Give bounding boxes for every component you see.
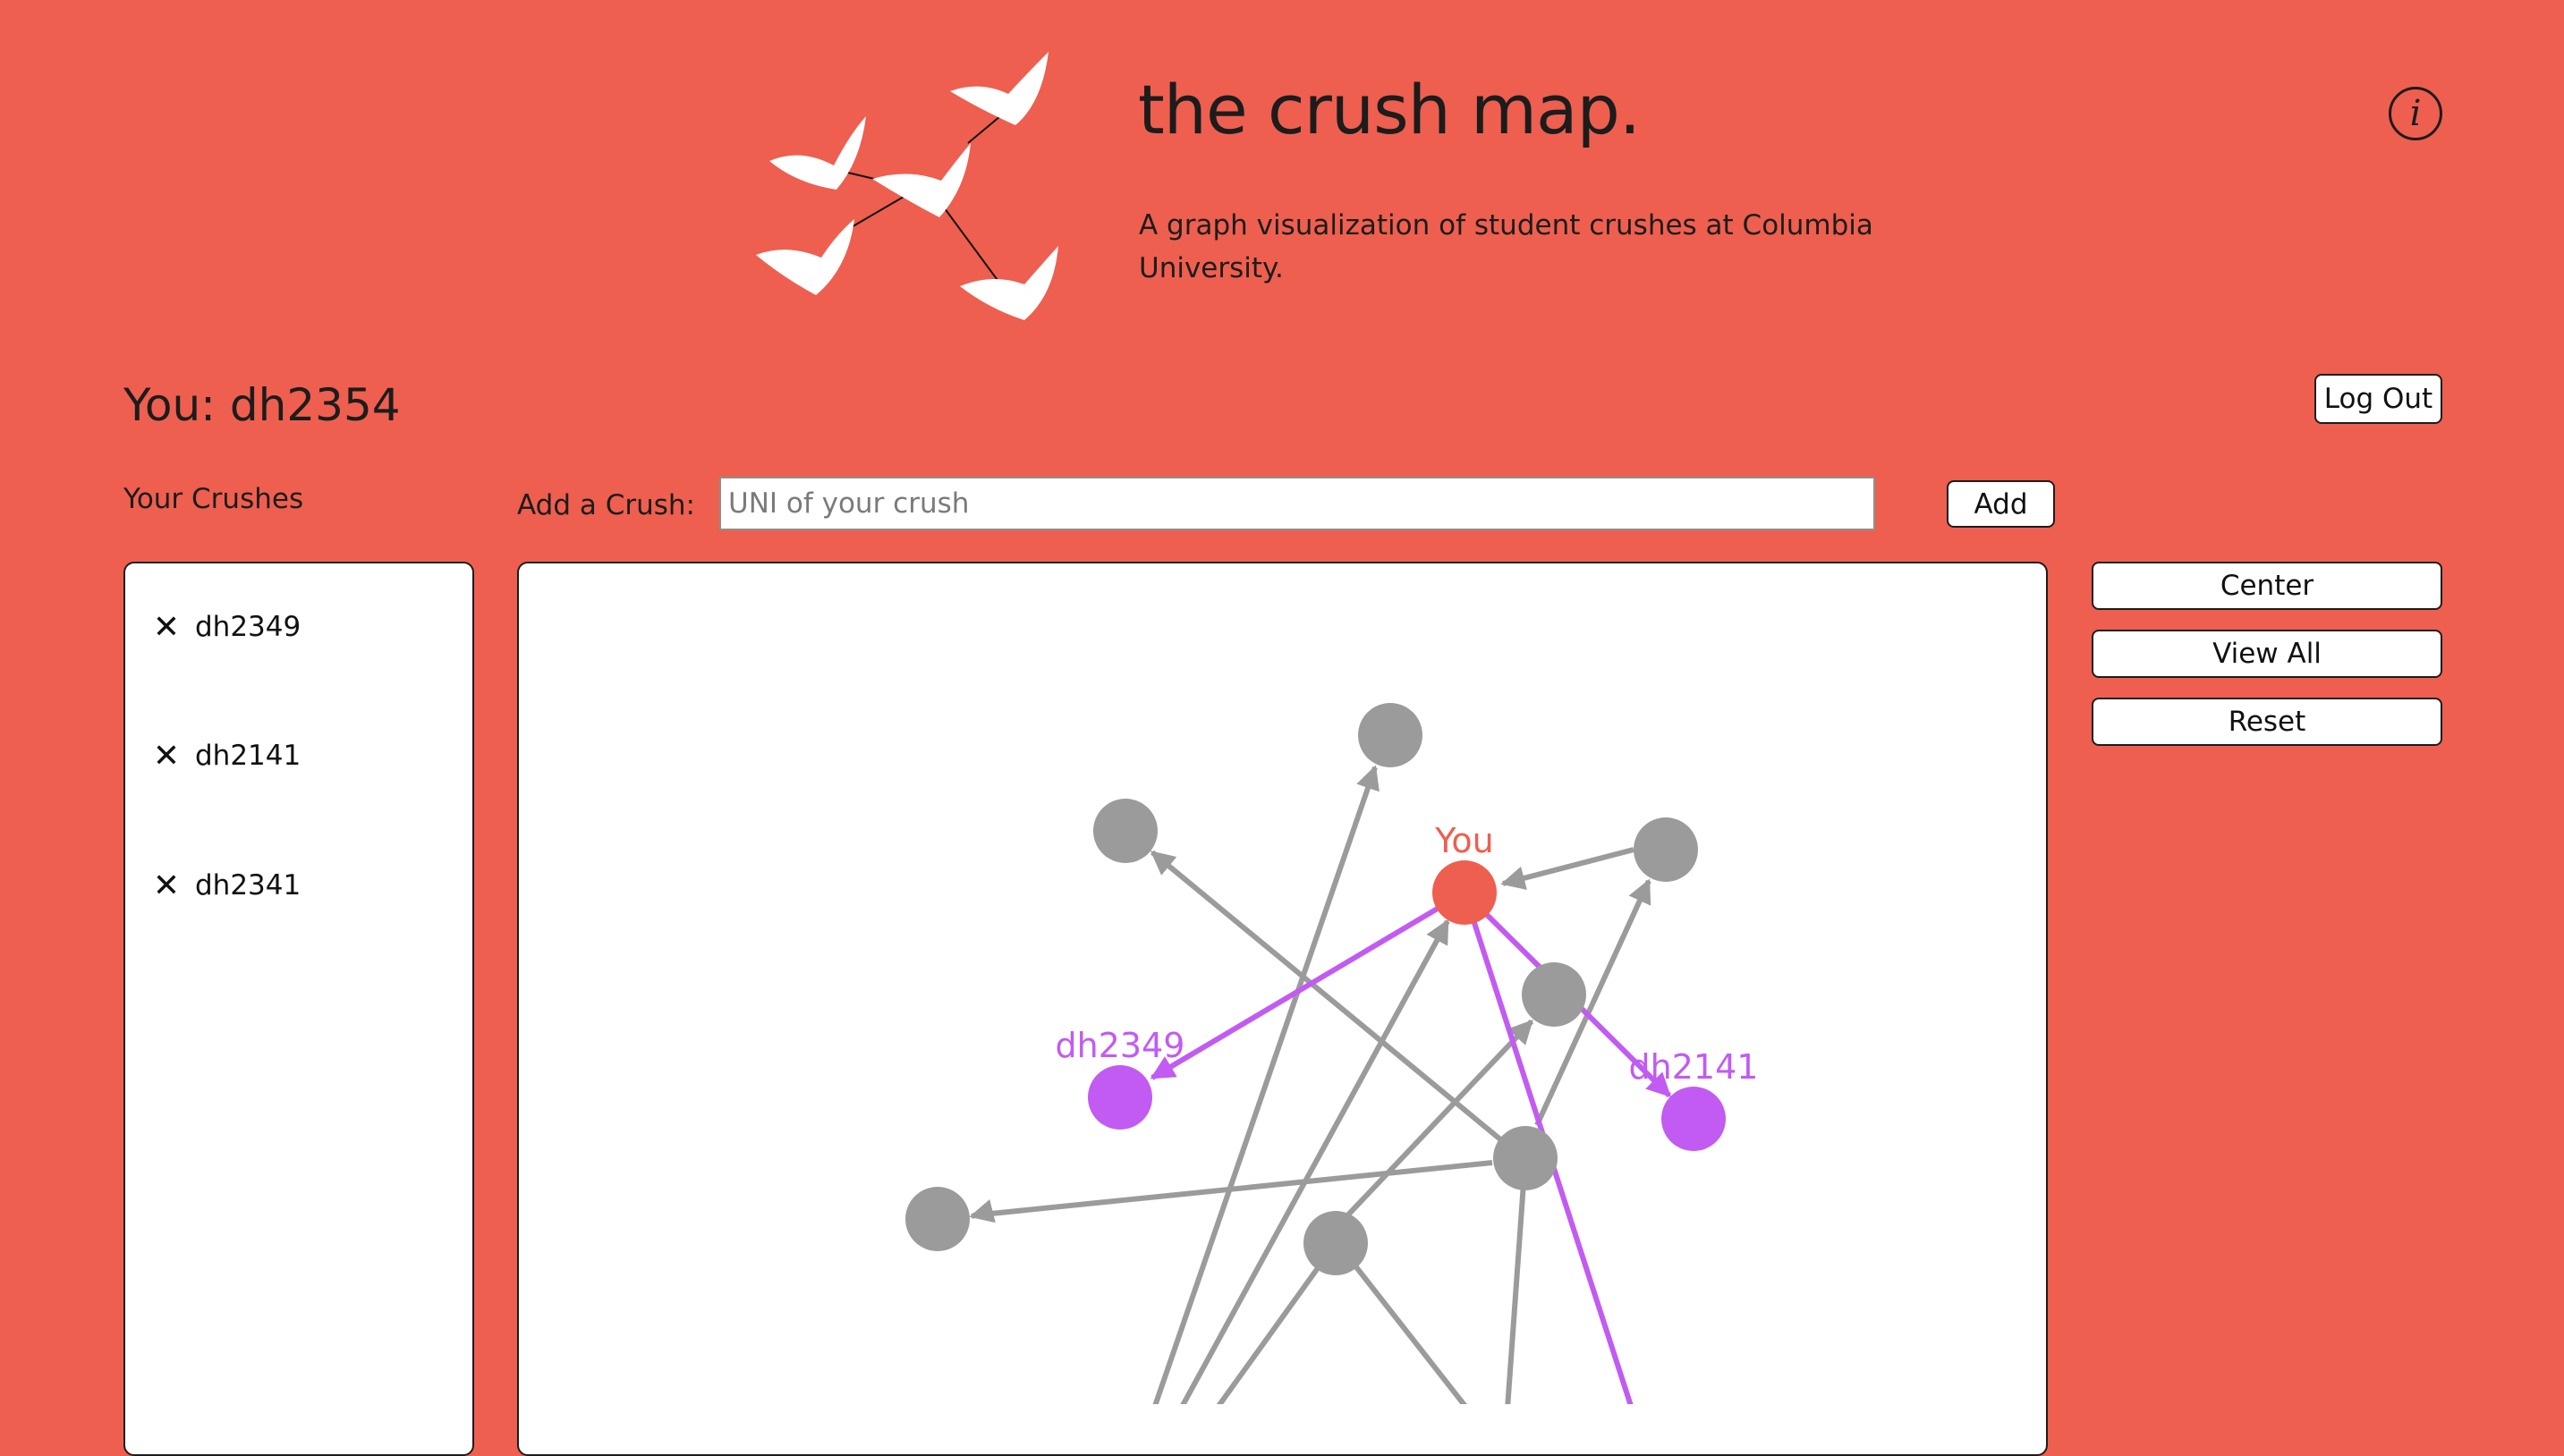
close-icon[interactable]: ✕	[149, 868, 184, 904]
graph-edge	[1333, 1019, 1534, 1231]
heart-icon	[950, 52, 1049, 125]
list-item: ✕ dh2341	[149, 864, 301, 907]
heart-icon	[756, 219, 854, 295]
reset-button[interactable]: Reset	[2092, 698, 2442, 746]
crushes-heading: Your Crushes	[123, 483, 304, 515]
app-title: the crush map.	[1138, 70, 1641, 149]
list-item: ✕ dh2349	[149, 605, 301, 648]
graph-node	[1093, 799, 1158, 863]
center-button[interactable]: Center	[2092, 562, 2442, 610]
crush-node-label: dh2349	[1056, 1026, 1185, 1065]
graph-node	[905, 1187, 970, 1251]
crush-uni: dh2341	[195, 869, 301, 902]
close-icon[interactable]: ✕	[149, 738, 184, 775]
add-crush-label: Add a Crush:	[517, 489, 696, 521]
app-subtitle: A graph visualization of student crushes…	[1139, 209, 1873, 284]
graph-node	[1522, 962, 1586, 1027]
self-node	[1432, 860, 1497, 925]
heart-icon	[960, 246, 1058, 320]
crush-uni-input[interactable]	[719, 477, 1875, 530]
graph-node	[1493, 1126, 1558, 1190]
graph-node	[1634, 817, 1698, 882]
list-item: ✕ dh2141	[149, 734, 301, 777]
current-user-label: You: dh2354	[123, 379, 401, 431]
crush-uni: dh2349	[195, 611, 301, 643]
crush-graph[interactable]: You dh2349 dh2141	[517, 562, 2048, 1456]
graph-edge	[969, 1199, 996, 1223]
close-icon[interactable]: ✕	[149, 609, 184, 646]
graph-canvas[interactable]: You dh2349 dh2141	[517, 562, 2048, 1404]
add-crush-button[interactable]: Add	[1947, 480, 2055, 528]
crush-edge	[1150, 890, 1466, 1080]
crush-map-logo	[756, 52, 1058, 320]
crush-node-label: dh2141	[1629, 1047, 1759, 1087]
crush-list: ✕ dh2349 ✕ dh2141 ✕ dh2341	[123, 562, 474, 1456]
crush-node	[1088, 1065, 1152, 1130]
view-all-button[interactable]: View All	[2092, 630, 2442, 678]
self-node-label: You	[1434, 821, 1494, 860]
graph-edge	[972, 1160, 1493, 1218]
info-icon[interactable]: i	[2389, 87, 2442, 140]
graph-node	[1358, 703, 1422, 767]
graph-edge	[1500, 847, 1634, 890]
logout-button[interactable]: Log Out	[2314, 374, 2442, 424]
graph-edge	[1152, 765, 1380, 1404]
crush-node	[1661, 1087, 1726, 1151]
heart-icon	[769, 116, 866, 190]
graph-node	[1303, 1211, 1368, 1275]
graph-edge	[1505, 1157, 1528, 1404]
crush-uni: dh2141	[195, 740, 301, 772]
